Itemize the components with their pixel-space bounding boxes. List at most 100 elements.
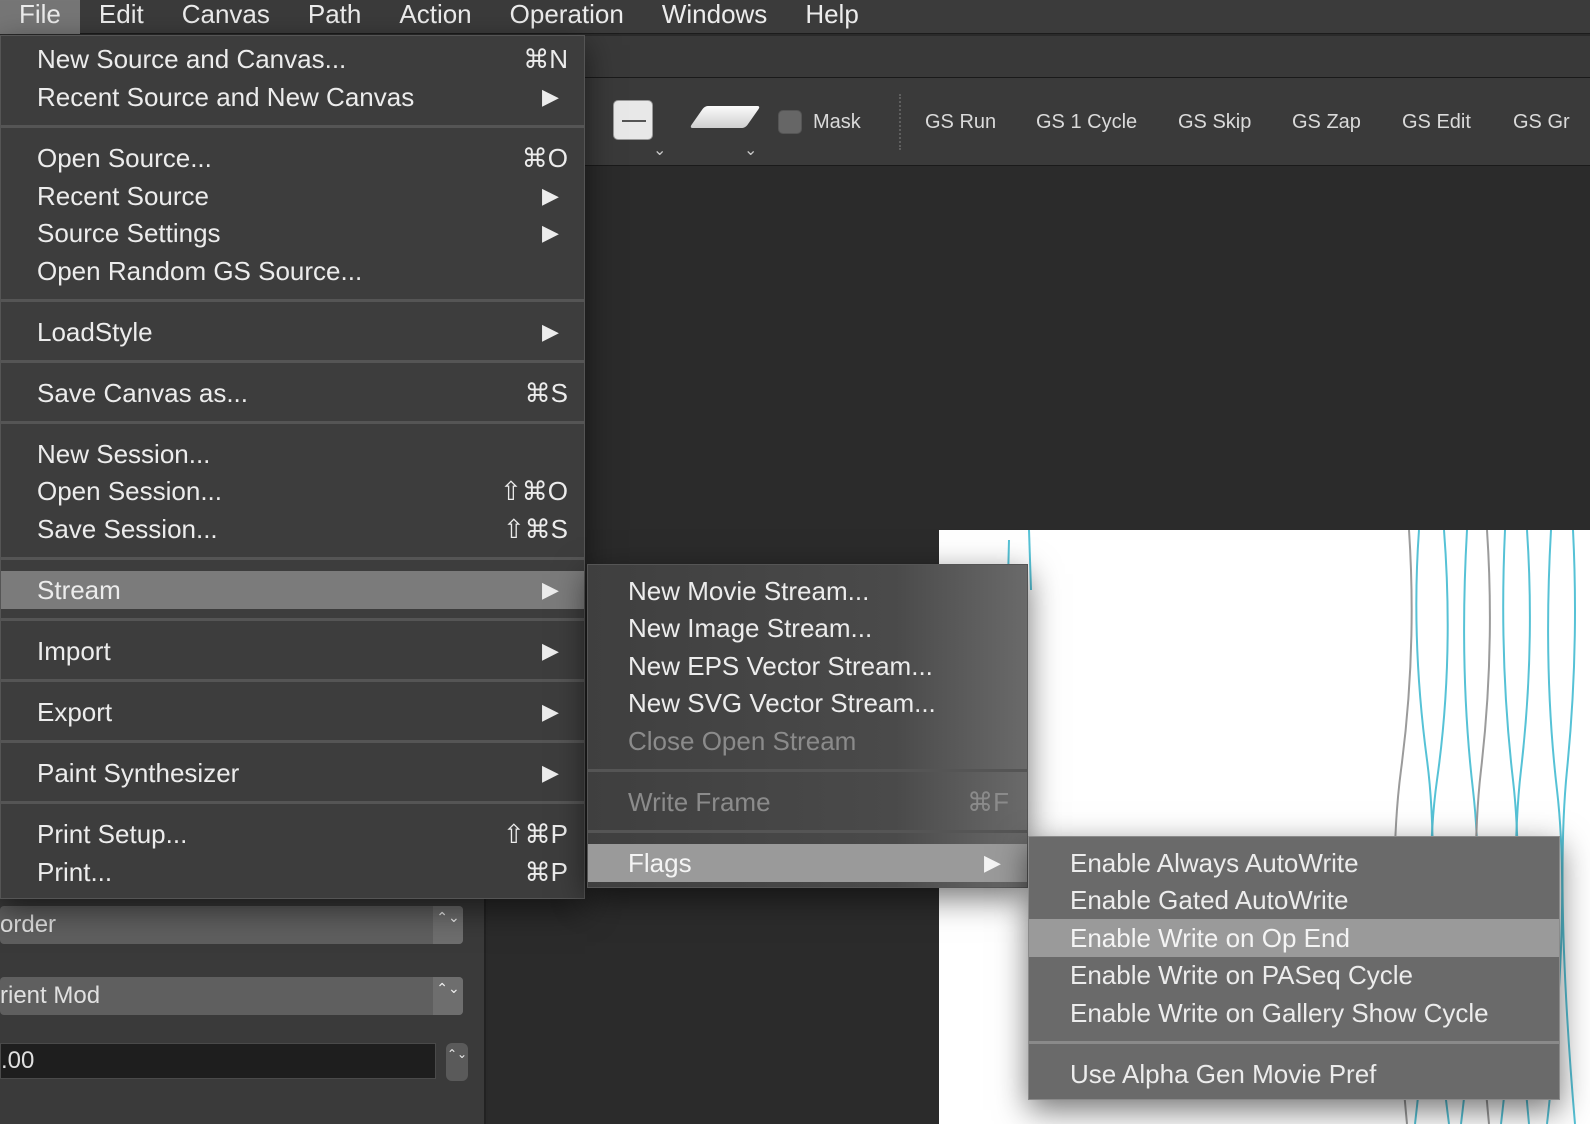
eraser-tool-button[interactable] [689,106,761,128]
gs-run-button[interactable]: GS Run [925,111,996,134]
submenu-arrow-icon: ▶ [542,183,559,208]
menu-item-label: Import [37,636,111,666]
menu-item-label: Save Canvas as... [37,378,248,408]
menu-item-label: Enable Write on Gallery Show Cycle [1070,998,1489,1028]
file-menu: New Source and Canvas... ⌘N Recent Sourc… [0,35,585,899]
chevron-down-icon[interactable]: ⌄ [744,140,757,160]
menu-item-enable-write-on-gallery-show-cycle[interactable]: Enable Write on Gallery Show Cycle [1029,994,1559,1032]
submenu-arrow-icon: ▶ [542,699,559,724]
menu-separator [1,557,584,560]
menu-separator [1,125,584,128]
submenu-arrow-icon: ▶ [542,638,559,663]
menu-item-enable-always-autowrite[interactable]: Enable Always AutoWrite [1029,844,1559,882]
toolbar: ⌄ ⌄ Mask GS Run GS 1 Cycle GS Skip GS Za… [585,78,1590,166]
menu-item-label: Export [37,697,113,727]
menu-path[interactable]: Path [289,0,381,34]
menu-separator [1,299,584,302]
submenu-arrow-icon: ▶ [542,220,559,245]
menu-bar: File Edit Canvas Path Action Operation W… [0,0,1590,34]
value-field[interactable]: .00 [0,1043,436,1079]
menu-item-import[interactable]: Import ▶ [1,632,584,670]
menu-item-recent-source-and-new-canvas[interactable]: Recent Source and New Canvas ▶ [1,78,584,116]
menu-file[interactable]: File [0,0,80,34]
orient-mod-popup-value: rient Mod [0,982,101,1009]
menu-item-label: Open Session... [37,476,222,506]
submenu-arrow-icon: ▶ [984,850,1001,875]
gs-skip-button[interactable]: GS Skip [1178,111,1251,134]
menu-item-label: Save Session... [37,514,218,544]
menu-item-stream[interactable]: Stream ▶ [1,571,584,609]
menu-item-label: Write Frame [628,787,771,817]
menu-help[interactable]: Help [786,0,877,34]
menu-item-label: New SVG Vector Stream... [628,688,936,718]
stroke [1561,530,1576,1124]
menu-item-label: New EPS Vector Stream... [628,651,933,681]
menu-item-label: New Source and Canvas... [37,44,347,74]
menu-item-new-image-stream[interactable]: New Image Stream... [588,609,1027,647]
menu-item-label: Recent Source and New Canvas [37,82,415,112]
shortcut-label: ⌘S [524,378,568,408]
menu-separator [588,769,1027,772]
menu-item-new-svg-vector-stream[interactable]: New SVG Vector Stream... [588,684,1027,722]
menu-edit[interactable]: Edit [80,0,163,34]
menu-item-save-canvas-as[interactable]: Save Canvas as... ⌘S [1,374,584,412]
mask-label: Mask [813,111,861,133]
mask-checkbox[interactable] [778,110,802,134]
menu-item-new-movie-stream[interactable]: New Movie Stream... [588,572,1027,610]
orient-mod-popup[interactable]: rient Mod ⌃⌄ [0,977,463,1015]
menu-item-label: Enable Always AutoWrite [1070,848,1359,878]
order-popup-value: order [0,911,57,938]
menu-canvas[interactable]: Canvas [163,0,289,34]
menu-item-label: Recent Source [37,181,209,211]
shortcut-label: ⌘N [523,44,568,74]
menu-operation[interactable]: Operation [491,0,643,34]
menu-item-paint-synthesizer[interactable]: Paint Synthesizer ▶ [1,754,584,792]
popup-stepper-icon: ⌃⌄ [433,977,463,1015]
shortcut-label: ⌘O [521,143,568,173]
menu-item-open-random-gs-source[interactable]: Open Random GS Source... [1,252,584,290]
brush-tool-button[interactable] [613,100,653,140]
menu-separator [1,679,584,682]
value-stepper[interactable]: ⌃⌄ [446,1043,468,1081]
menu-item-label: Print... [37,857,113,887]
window-title-strip [585,36,1590,78]
submenu-arrow-icon: ▶ [542,577,559,602]
menu-item-label: Paint Synthesizer [37,758,240,788]
menu-item-label: New Image Stream... [628,613,873,643]
menu-item-recent-source[interactable]: Recent Source ▶ [1,177,584,215]
chevron-down-icon[interactable]: ⌄ [653,140,666,160]
gs-edit-button[interactable]: GS Edit [1402,111,1471,134]
menu-item-open-session[interactable]: Open Session... ⇧⌘O [1,472,584,510]
menu-separator [1,618,584,621]
menu-item-enable-write-on-op-end[interactable]: Enable Write on Op End [1029,919,1559,957]
menu-item-label: Enable Write on Op End [1070,923,1350,953]
menu-item-flags[interactable]: Flags ▶ [588,844,1027,882]
menu-item-label: LoadStyle [37,317,153,347]
menu-separator [1,801,584,804]
menu-item-loadstyle[interactable]: LoadStyle ▶ [1,313,584,351]
gs-gr-button[interactable]: GS Gr [1513,111,1570,134]
menu-separator [588,830,1027,833]
order-popup[interactable]: order ⌃⌄ [0,906,463,944]
menu-item-label: Print Setup... [37,819,188,849]
gs-1-cycle-button[interactable]: GS 1 Cycle [1036,111,1137,134]
menu-item-new-session[interactable]: New Session... [1,435,584,473]
menu-item-close-open-stream: Close Open Stream [588,722,1027,760]
menu-item-export[interactable]: Export ▶ [1,693,584,731]
menu-item-new-source-and-canvas[interactable]: New Source and Canvas... ⌘N [1,40,584,78]
menu-action[interactable]: Action [380,0,490,34]
menu-item-open-source[interactable]: Open Source... ⌘O [1,139,584,177]
menu-item-save-session[interactable]: Save Session... ⇧⌘S [1,510,584,548]
shortcut-label: ⇧⌘P [502,819,568,849]
menu-item-label: Open Random GS Source... [37,256,363,286]
menu-item-enable-gated-autowrite[interactable]: Enable Gated AutoWrite [1029,881,1559,919]
menu-item-use-alpha-gen-movie-pref[interactable]: Use Alpha Gen Movie Pref [1029,1055,1559,1093]
menu-windows[interactable]: Windows [643,0,786,34]
menu-item-enable-write-on-paseq-cycle[interactable]: Enable Write on PASeq Cycle [1029,956,1559,994]
menu-item-print-setup[interactable]: Print Setup... ⇧⌘P [1,815,584,853]
menu-item-new-eps-vector-stream[interactable]: New EPS Vector Stream... [588,647,1027,685]
gs-zap-button[interactable]: GS Zap [1292,111,1361,134]
menu-item-source-settings[interactable]: Source Settings ▶ [1,214,584,252]
menu-item-print[interactable]: Print... ⌘P [1,853,584,891]
menu-item-label: New Movie Stream... [628,576,870,606]
